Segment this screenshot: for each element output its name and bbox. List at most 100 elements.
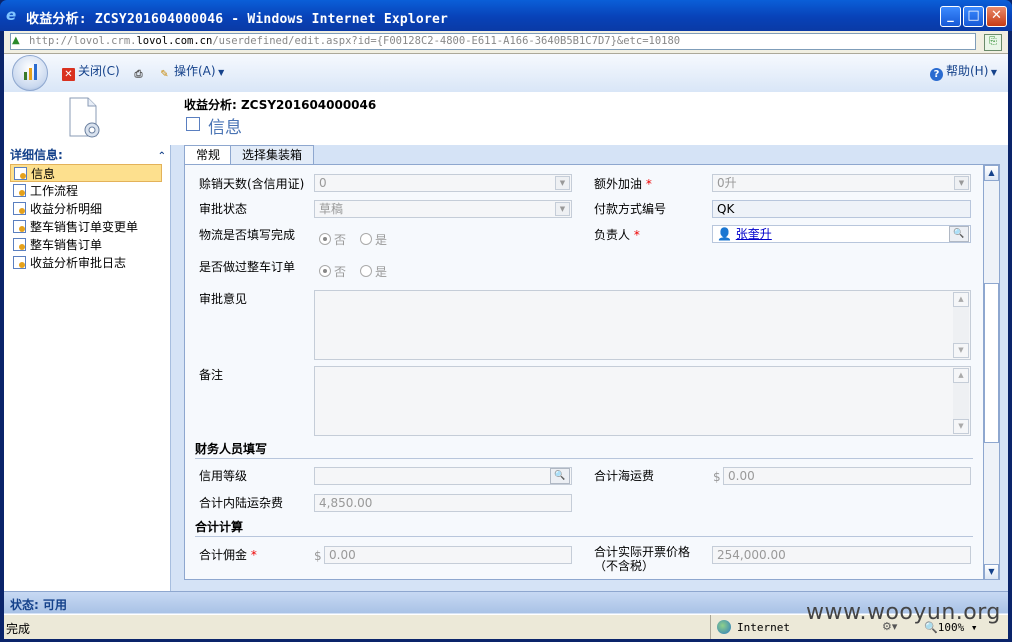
operations-menu[interactable]: ✎ 操作(A) ▼ [158,63,225,80]
logistics-filled-radios: 否是 [319,231,401,248]
vehicle-order-label: 是否做过整车订单 [199,260,296,274]
form-scrollbar[interactable]: ▲ ▼ [984,164,1000,580]
tab-general[interactable]: 常规 [184,145,233,165]
browser-status-text: 完成 [6,622,31,636]
sidebar-item-analysis-detail[interactable]: 收益分析明细 [10,200,162,218]
textarea-scrollbar[interactable]: ▲ ▼ [953,292,969,358]
user-icon: 👤 [717,227,732,241]
total-inland-freight-label: 合计内陆运杂费 [199,496,284,510]
logistics-yes-radio[interactable] [360,233,373,245]
payment-code-field[interactable]: QK [712,200,971,218]
sidebar-item-approval-log[interactable]: 收益分析审批日志 [10,254,162,272]
print-button[interactable]: ⎙ [132,63,148,80]
payment-code-label: 付款方式编号 [594,202,667,216]
required-marker: * [645,177,652,191]
scroll-up-icon[interactable]: ▲ [984,165,999,181]
required-marker: * [250,548,257,562]
lookup-icon[interactable]: 🔍 [550,468,570,484]
actual-invoice-price-field[interactable]: 254,000.00 [712,546,971,564]
chevron-down-icon: ▼ [555,202,570,216]
textarea-scrollbar[interactable]: ▲ ▼ [953,368,969,434]
sidebar: 详细信息: ⌃ 信息 工作流程 收益分析明细 整车销售订单变更单 整车销售订单 收… [4,145,171,591]
vehicle-order-yes-radio[interactable] [360,265,373,277]
currency-symbol: $ [314,549,322,563]
form-icon [186,117,200,131]
maximize-button[interactable]: □ [963,6,984,27]
currency-symbol: $ [713,470,721,484]
scroll-down-icon[interactable]: ▼ [953,343,969,358]
actual-invoice-price-label: 合计实际开票价格 （不含税） [594,545,690,573]
form-body: 赊销天数(含信用证) 0 ▼ 额外加油 * 0升 ▼ 审批状态 草稿 ▼ 付款方式编号… [184,164,984,580]
address-bar: http://lovol.crm.lovol.com.cn/userdefine… [4,31,1008,54]
lookup-icon[interactable]: 🔍 [949,226,969,242]
form-tabs: 常规 选择集装箱 [180,145,1000,165]
form-icon [13,256,26,269]
remarks-textarea[interactable]: ▲ ▼ [314,366,971,436]
help-label: 帮助(H) [946,64,989,78]
sidebar-item-label: 收益分析明细 [30,202,103,216]
compatibility-view-icon[interactable]: ⎘ [984,34,1002,51]
extra-fuel-value: 0升 [717,176,737,190]
credit-level-lookup[interactable]: 🔍 [314,467,572,485]
actual-invoice-price-label-line1: 合计实际开票价格 [594,545,691,559]
actual-invoice-price-label-line2: （不含税） [594,559,655,573]
credit-days-label: 赊销天数(含信用证) [199,177,305,191]
entity-icon-area [4,92,170,145]
url-host: lovol.com.cn [136,35,213,47]
record-status: 状态: 可用 [10,598,67,612]
extra-fuel-label: 额外加油 * [594,175,652,192]
section-divider [195,458,973,459]
owner-label-text: 负责人 [594,228,631,242]
chevron-down-icon: ▼ [954,176,969,190]
sidebar-item-sales-order[interactable]: 整车销售订单 [10,236,162,254]
scrollbar-thumb[interactable] [984,283,999,443]
chevron-down-icon: ▼ [215,68,225,77]
vehicle-order-radios: 否是 [319,263,401,280]
vehicle-order-no-radio[interactable] [319,265,331,277]
window-close-button[interactable]: ✕ [986,6,1007,27]
collapse-icon[interactable]: ⌃ [158,149,166,165]
record-header: 收益分析: ZCSY201604000046 信息 [170,92,1008,145]
document-settings-icon [69,97,100,138]
finance-section-heading: 财务人员填写 [195,442,268,456]
logistics-no-radio[interactable] [319,233,331,245]
required-marker: * [633,228,640,242]
close-button[interactable]: ✕ 关闭(C) [62,63,120,81]
approval-opinion-textarea[interactable]: ▲ ▼ [314,290,971,360]
crm-logo[interactable] [12,55,48,91]
minimize-button[interactable]: _ [940,6,961,27]
form-icon [13,202,26,215]
total-inland-freight-field[interactable]: 4,850.00 [314,494,572,512]
window-title-bar[interactable]: e 收益分析: ZCSY201604000046 - Windows Inter… [0,0,1012,31]
form-icon [13,238,26,251]
page-icon: ▲ [12,35,20,46]
sidebar-item-label: 信息 [31,167,56,181]
scroll-down-icon[interactable]: ▼ [953,419,969,434]
sidebar-header[interactable]: 详细信息: ⌃ [4,147,170,163]
chevron-down-icon: ▼ [988,68,998,77]
close-icon: ✕ [62,68,75,81]
sidebar-item-workflow[interactable]: 工作流程 [10,182,162,200]
sidebar-item-label: 工作流程 [30,184,79,198]
operations-icon: ✎ [160,69,169,80]
credit-days-select[interactable]: 0 ▼ [314,174,572,192]
tab-select-container[interactable]: 选择集装箱 [230,145,315,164]
owner-label: 负责人 * [594,226,640,243]
total-commission-field[interactable]: 0.00 [324,546,572,564]
scroll-up-icon[interactable]: ▲ [953,292,969,307]
help-menu[interactable]: ? 帮助(H) ▼ [930,63,998,81]
extra-fuel-select[interactable]: 0升 ▼ [712,174,971,192]
approval-status-select[interactable]: 草稿 ▼ [314,200,572,218]
scroll-up-icon[interactable]: ▲ [953,368,969,383]
owner-lookup[interactable]: 👤 张奎升 🔍 [712,225,971,243]
owner-link[interactable]: 张奎升 [736,227,772,241]
url-field[interactable]: http://lovol.crm.lovol.com.cn/userdefine… [10,33,976,50]
operations-label: 操作(A) [174,64,216,78]
record-title: 收益分析: ZCSY201604000046 [184,98,377,112]
total-sea-freight-field[interactable]: 0.00 [723,467,971,485]
sidebar-item-info[interactable]: 信息 [10,164,162,182]
sidebar-item-order-change[interactable]: 整车销售订单变更单 [10,218,162,236]
total-sea-freight-label: 合计海运费 [594,469,655,483]
scroll-down-icon[interactable]: ▼ [984,564,999,580]
close-label: 关闭(C) [78,64,120,78]
